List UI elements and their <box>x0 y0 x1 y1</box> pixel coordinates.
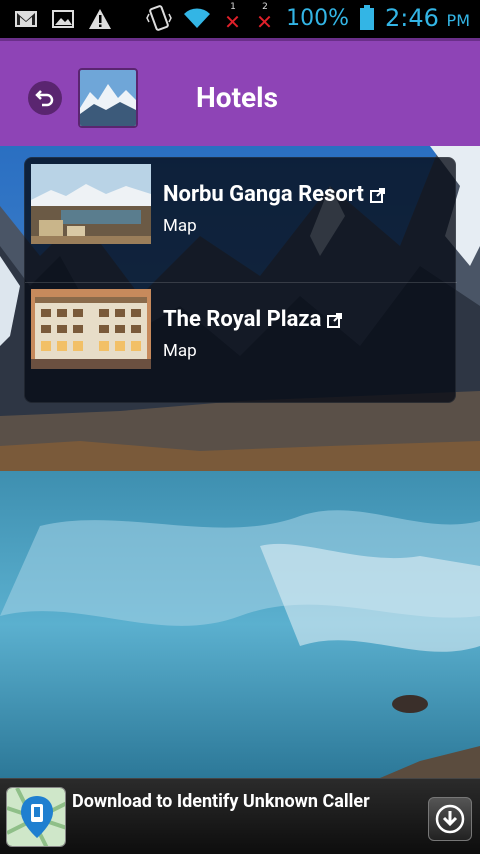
notification-icons <box>14 8 112 30</box>
external-link-icon <box>369 184 386 209</box>
hotel-name: The Royal Plaza <box>163 307 343 334</box>
hotel-thumbnail <box>31 289 151 369</box>
vibrate-icon <box>146 4 172 32</box>
page-title: Hotels <box>196 81 278 114</box>
back-button[interactable] <box>28 81 62 115</box>
image-icon <box>52 9 74 29</box>
hotel-list: Norbu Ganga Resort Map The Royal Plaza M… <box>24 157 457 403</box>
hotel-map-link[interactable]: Map <box>163 216 197 236</box>
header-thumbnail <box>78 68 138 128</box>
download-button[interactable] <box>428 797 472 841</box>
hotel-thumbnail <box>31 164 151 244</box>
clock-time: 2:46 <box>385 4 439 32</box>
list-item[interactable]: The Royal Plaza Map <box>25 282 457 402</box>
ad-text: Download to Identify Unknown Caller <box>72 791 370 812</box>
sim2-signal-icon: 2 ✕ <box>256 2 273 34</box>
hotel-name: Norbu Ganga Resort <box>163 182 386 209</box>
list-item[interactable]: Norbu Ganga Resort Map <box>25 158 457 278</box>
back-arrow-icon <box>35 90 54 107</box>
wifi-icon <box>182 6 212 30</box>
external-link-icon <box>327 309 343 334</box>
gmail-icon <box>14 9 38 29</box>
hotel-name-text: Norbu Ganga Resort <box>163 182 364 207</box>
app-header: Hotels <box>0 38 480 146</box>
status-bar: 1 ✕ 2 ✕ 100% 2:46 PM <box>0 0 480 38</box>
clock: 2:46 PM <box>385 4 470 32</box>
sim1-signal-icon: 1 ✕ <box>224 2 241 34</box>
battery-icon <box>359 5 375 31</box>
download-icon <box>435 804 465 834</box>
ad-app-icon <box>6 787 66 847</box>
ad-banner[interactable]: Download to Identify Unknown Caller <box>0 778 480 854</box>
warning-icon <box>88 8 112 30</box>
clock-ampm: PM <box>446 11 470 30</box>
hotel-name-text: The Royal Plaza <box>163 307 322 332</box>
battery-percent: 100% <box>286 5 349 31</box>
hotel-map-link[interactable]: Map <box>163 341 197 361</box>
